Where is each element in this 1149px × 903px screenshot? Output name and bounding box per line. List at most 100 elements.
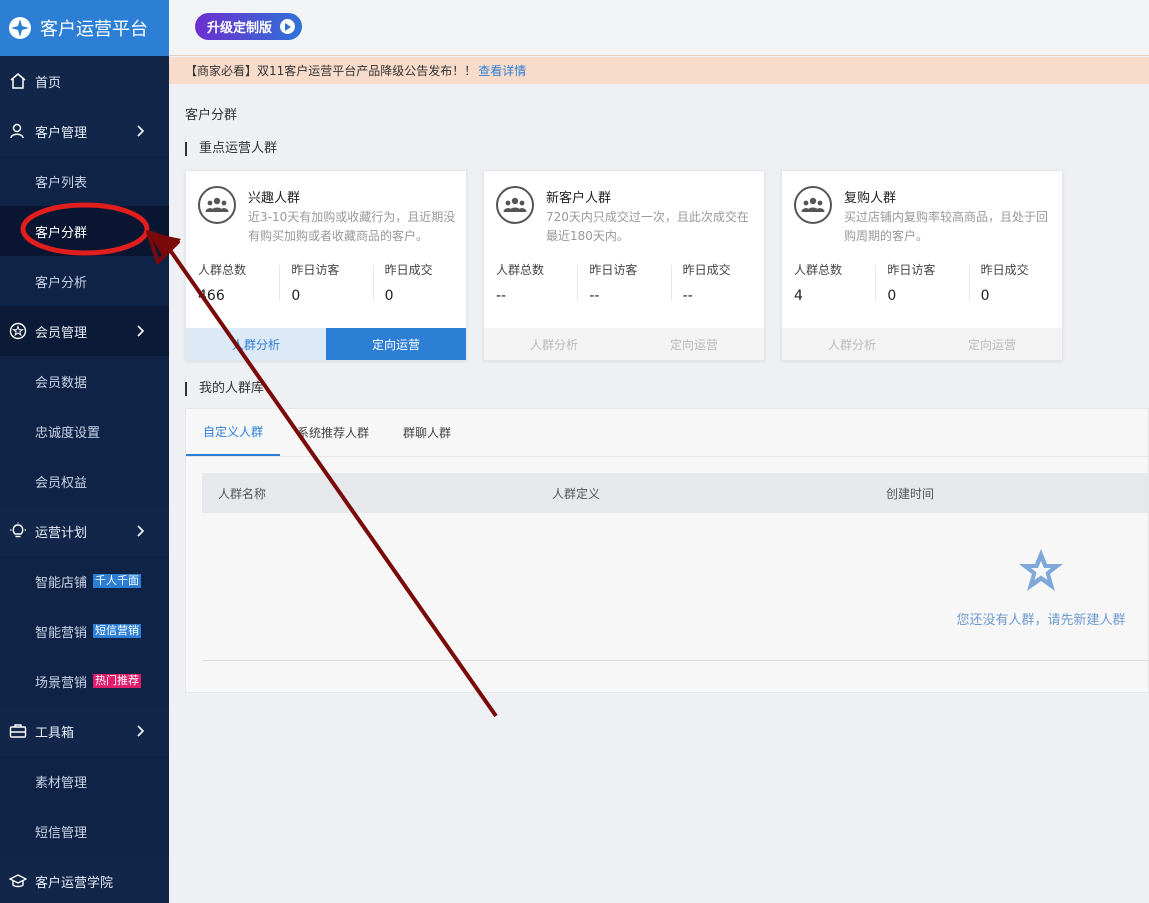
stat-value: -- [496,288,507,304]
chevron-right-icon [137,325,145,337]
card-description: 买过店铺内复购率较高商品，且处于回购周期的客户。 [844,210,1049,243]
group-analysis-button[interactable]: 人群分析 [484,328,624,360]
group-card-interest: 兴趣人群 近3-10天有加购或收藏行为，且近期没有购买加购或者收藏商品的客户。 … [185,170,467,361]
targeted-operation-button[interactable]: 定向运营 [326,328,466,360]
sidebar-item-label: 客户管理 [35,125,88,141]
tab-custom-groups[interactable]: 自定义人群 [186,409,281,456]
sidebar-item-label: 智能营销 [35,625,88,641]
card-actions: 人群分析 定向运营 [782,328,1062,360]
stat-label: 昨日成交 [682,263,731,277]
sidebar-item-label: 智能店铺 [35,575,88,591]
card-stats: 人群总数 466 昨日访客 0 昨日成交 0 [186,261,466,311]
stat-value: 0 [291,288,301,304]
sidebar-item-customer-management[interactable]: 客户管理 [0,106,169,156]
card-actions: 人群分析 定向运营 [484,328,764,360]
sidebar-item-label: 客户运营学院 [35,875,114,891]
stat-label: 人群总数 [198,263,247,277]
star-circle-icon [8,321,28,341]
group-icon [198,186,236,224]
stat-value: 0 [887,288,897,304]
card-title: 新客户人群 [546,191,612,206]
group-library-panel: 自定义人群 系统推荐人群 群聊人群 人群名称 人群定义 创建时间 您还没有人群，… [185,408,1149,693]
sidebar-item-materials[interactable]: 素材管理 [0,756,169,806]
brand-header[interactable]: 客户运营平台 [0,0,169,56]
sidebar-item-smart-store[interactable]: 智能店铺 千人千面 [0,556,169,606]
sidebar-item-smart-marketing[interactable]: 智能营销 短信营销 [0,606,169,656]
sidebar-item-label: 忠诚度设置 [35,425,101,441]
sidebar-item-label: 客户分析 [35,275,88,291]
stat-deals: 昨日成交 0 [372,261,466,311]
stat-value: 466 [198,288,225,304]
sidebar-item-sms[interactable]: 短信管理 [0,806,169,856]
stat-total: 人群总数 4 [782,261,875,311]
sidebar-item-member-data[interactable]: 会员数据 [0,356,169,406]
empty-state: 您还没有人群，请先新建人群 [946,547,1136,628]
stat-label: 人群总数 [794,263,843,277]
stat-label: 人群总数 [496,263,545,277]
stat-value: 4 [794,288,803,304]
group-analysis-button[interactable]: 人群分析 [186,328,326,360]
sidebar-item-label: 场景营销 [35,675,88,691]
tab-system-groups[interactable]: 系统推荐人群 [280,409,386,456]
stat-visitors: 昨日访客 0 [875,261,968,311]
card-actions: 人群分析 定向运营 [186,328,466,360]
upgrade-button[interactable]: 升级定制版 [195,13,303,40]
group-card-repurchase: 复购人群 买过店铺内复购率较高商品，且处于回购周期的客户。 人群总数 4 昨日访客… [781,170,1063,361]
breadcrumb: 客户分群 [185,108,238,123]
logo-icon [9,17,31,39]
empty-state-text: 您还没有人群，请先新建人群 [956,613,1126,628]
graduation-cap-icon [8,871,28,891]
sidebar-item-customer-analysis[interactable]: 客户分析 [0,256,169,306]
group-icon [794,186,832,224]
sidebar-item-customer-segments[interactable]: 客户分群 [0,206,169,256]
stat-value: 0 [980,288,990,304]
column-header: 人群定义 [552,486,601,501]
tab-chat-groups[interactable]: 群聊人群 [386,409,468,456]
upgrade-label: 升级定制版 [207,21,273,36]
sidebar-badge: 千人千面 [93,574,142,588]
stat-deals: 昨日成交 -- [670,261,764,311]
targeted-operation-button[interactable]: 定向运营 [922,328,1062,360]
top-bar: 升级定制版 [169,0,1149,56]
sidebar-item-label: 首页 [35,75,62,91]
notice-link[interactable]: 查看详情 [478,62,526,79]
sidebar-item-operation-plan[interactable]: 运营计划 [0,506,169,556]
stat-total: 人群总数 -- [484,261,577,311]
card-title: 复购人群 [844,191,897,206]
card-stats: 人群总数 4 昨日访客 0 昨日成交 0 [782,261,1062,311]
sidebar-badge: 热门推荐 [93,674,142,688]
stat-value: -- [682,288,693,304]
sidebar-item-loyalty-settings[interactable]: 忠诚度设置 [0,406,169,456]
brand-title: 客户运营平台 [40,19,148,40]
home-icon [8,71,28,91]
sidebar-badge: 短信营销 [93,624,142,638]
sidebar-item-member-management[interactable]: 会员管理 [0,306,169,356]
targeted-operation-button[interactable]: 定向运营 [624,328,764,360]
group-analysis-button[interactable]: 人群分析 [782,328,922,360]
sidebar-item-label: 短信管理 [35,825,88,841]
sidebar-item-label: 素材管理 [35,775,88,791]
my-groups-title: 我的人群库 [185,382,264,396]
stat-label: 昨日访客 [291,263,340,277]
stat-value: 0 [384,288,394,304]
column-header: 人群名称 [218,486,267,501]
sidebar: 客户运营平台 首页 客户管理 客户列表 客户分群 客户分析 会员管理 会员数据 … [0,0,169,903]
stat-visitors: 昨日访客 -- [577,261,670,311]
sidebar-item-scene-marketing[interactable]: 场景营销 热门推荐 [0,656,169,706]
sidebar-item-academy[interactable]: 客户运营学院 [0,856,169,903]
stat-label: 昨日访客 [589,263,638,277]
card-description: 近3-10天有加购或收藏行为，且近期没有购买加购或者收藏商品的客户。 [248,210,456,243]
sidebar-item-label: 客户列表 [35,175,88,191]
chevron-right-icon [137,125,145,137]
sidebar-item-home[interactable]: 首页 [0,56,169,106]
sidebar-item-customer-list[interactable]: 客户列表 [0,156,169,206]
tab-bar: 自定义人群 系统推荐人群 群聊人群 [186,409,1148,457]
card-stats: 人群总数 -- 昨日访客 -- 昨日成交 -- [484,261,764,311]
sidebar-item-member-benefits[interactable]: 会员权益 [0,456,169,506]
stat-label: 昨日访客 [887,263,936,277]
sidebar-item-label: 运营计划 [35,525,88,541]
stat-value: -- [589,288,600,304]
sidebar-item-label: 客户分群 [35,225,88,241]
sidebar-item-toolbox[interactable]: 工具箱 [0,706,169,756]
card-description: 720天内只成交过一次，且此次成交在最近180天内。 [546,210,749,243]
